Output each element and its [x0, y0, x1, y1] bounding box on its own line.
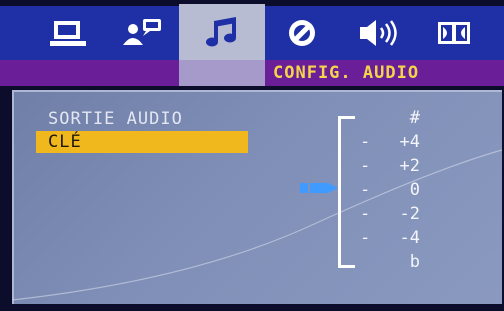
key-level-label: 0	[409, 180, 420, 200]
tab-bar	[0, 4, 504, 60]
active-tab-connector	[179, 60, 265, 86]
tick-dash: -	[360, 156, 371, 176]
tick-dash: -	[360, 180, 371, 200]
key-level-minus2[interactable]: - -2	[360, 204, 420, 226]
menu-item-key[interactable]: CLÉ	[36, 131, 248, 153]
tick-dash: -	[360, 228, 371, 248]
dvd-setup-screen: CONFIG. AUDIO SORTIE AUDIO CLÉ # - +4 - …	[0, 0, 504, 311]
speaker-icon	[360, 20, 397, 46]
key-level-plus4[interactable]: - +4	[360, 132, 420, 154]
circle-slash-icon	[289, 20, 315, 46]
key-level-label: -4	[399, 228, 420, 248]
key-level-label: b	[409, 252, 420, 272]
monitor-icon	[50, 21, 86, 46]
key-level-label: -2	[399, 204, 420, 224]
tab-dolby[interactable]	[424, 6, 484, 60]
tab-language[interactable]	[112, 6, 172, 60]
tab-parental[interactable]	[272, 6, 332, 60]
pointer-arrow-icon	[300, 182, 338, 194]
tab-general[interactable]	[38, 6, 98, 60]
key-level-minus4[interactable]: - -4	[360, 228, 420, 250]
key-level-flat[interactable]: b	[360, 252, 420, 274]
key-level-label: +4	[399, 132, 420, 152]
key-level-label: +2	[399, 156, 420, 176]
dolby-icon	[438, 22, 470, 44]
key-level-zero[interactable]: - 0	[360, 180, 420, 202]
tick-dash: -	[360, 132, 371, 152]
tab-audio[interactable]	[179, 4, 265, 60]
page-title: CONFIG. AUDIO	[273, 63, 420, 83]
music-note-icon	[206, 17, 236, 47]
key-level-sharp[interactable]: #	[360, 108, 420, 130]
user-speech-icon	[123, 19, 161, 45]
key-scale-bracket	[338, 116, 355, 268]
tick-dash: -	[360, 204, 371, 224]
menu-item-audio-output[interactable]: SORTIE AUDIO	[36, 108, 183, 130]
key-level-label: #	[409, 108, 420, 128]
key-level-plus2[interactable]: - +2	[360, 156, 420, 178]
tab-speaker[interactable]	[349, 6, 409, 60]
